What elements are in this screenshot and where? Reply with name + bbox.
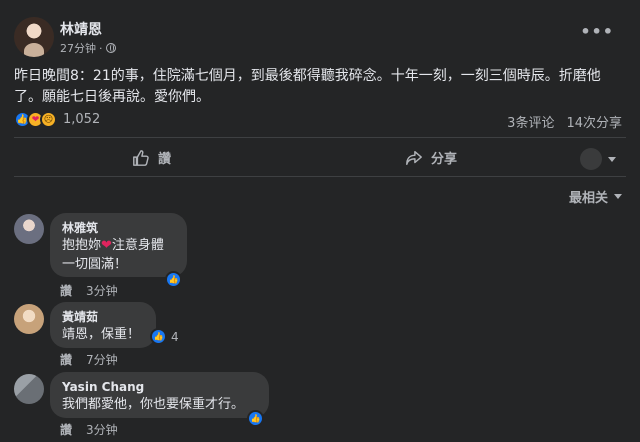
comment-reactions[interactable]: 👍 4	[150, 328, 179, 345]
share-button[interactable]: 分享	[405, 148, 457, 167]
share-arrow-icon	[406, 150, 422, 165]
post-card: 林靖恩 27分钟 · ••• 昨日晚間8：21的事，住院滿七個月，到最後都得聽我…	[0, 0, 640, 442]
commenter-name[interactable]: 黃靖茹	[62, 309, 144, 325]
like-button-label: 讚	[158, 152, 172, 167]
chevron-down-icon	[614, 194, 622, 199]
reactions-summary[interactable]: 👍 ❤ ☹ 1,052	[14, 111, 100, 128]
like-reaction-icon: 👍	[247, 410, 264, 427]
comment-bubble: 黃靖茹 靖恩，保重！	[50, 302, 156, 348]
comment-bubble: 林雅筑 抱抱妳❤注意身體 一切圓滿！	[50, 213, 187, 277]
post-meta: 27分钟 ·	[60, 40, 116, 56]
chevron-down-icon	[608, 156, 616, 162]
comment-bubble: Yasin Chang 我們都愛他，你也要保重才行。	[50, 372, 269, 418]
post-stats: 3条评论 14次分享	[507, 112, 622, 131]
comment-text-part: 抱抱妳	[62, 238, 102, 253]
heart-emoji-icon: ❤	[101, 238, 112, 253]
commenter-avatar[interactable]	[14, 304, 44, 334]
thumbs-up-icon	[133, 149, 149, 166]
comment-time[interactable]: 7分钟	[86, 351, 118, 368]
comment-reaction-count: 4	[171, 329, 179, 344]
comment-text-part: 注意身體	[111, 238, 164, 253]
comment-text: 靖恩，保重！	[62, 327, 141, 342]
shares-count[interactable]: 14次分享	[566, 112, 622, 131]
comment-like-link[interactable]: 讚	[60, 282, 72, 299]
commenter-avatar[interactable]	[14, 214, 44, 244]
sort-label: 最相关	[568, 191, 608, 206]
post-author-name[interactable]: 林靖恩	[60, 19, 102, 39]
like-reaction-icon: 👍	[150, 328, 167, 345]
comment-time[interactable]: 3分钟	[86, 282, 118, 299]
comments-count[interactable]: 3条评论	[507, 112, 554, 131]
more-options-icon[interactable]: •••	[580, 22, 614, 41]
commenter-avatar[interactable]	[14, 374, 44, 404]
comment-footer: 讚 3分钟	[60, 282, 118, 299]
sad-reaction-icon: ☹	[40, 111, 57, 128]
like-button[interactable]: 讚	[132, 148, 171, 167]
reaction-count[interactable]: 1,052	[63, 112, 100, 127]
comment-reactions[interactable]: 👍	[247, 410, 264, 427]
comment-footer: 讚 3分钟	[60, 421, 118, 438]
separator-dot: ·	[99, 41, 103, 55]
post-text: 昨日晚間8：21的事，住院滿七個月，到最後都得聽我碎念。十年一刻，一刻三個時辰。…	[14, 68, 601, 105]
commenter-name[interactable]: 林雅筑	[62, 220, 175, 236]
commenter-name[interactable]: Yasin Chang	[62, 379, 257, 395]
comment-footer: 讚 7分钟	[60, 351, 118, 368]
comment-text-line2: 一切圓滿！	[62, 257, 128, 272]
author-avatar[interactable]	[14, 17, 54, 57]
like-reaction-icon: 👍	[165, 271, 182, 288]
globe-icon[interactable]	[105, 43, 116, 53]
divider	[14, 137, 626, 138]
comment-like-link[interactable]: 讚	[60, 351, 72, 368]
comment-reactions[interactable]: 👍	[165, 271, 182, 288]
comment-time[interactable]: 3分钟	[86, 421, 118, 438]
post-time[interactable]: 27分钟	[60, 40, 96, 56]
comment-like-link[interactable]: 讚	[60, 421, 72, 438]
audience-avatar	[580, 148, 602, 170]
comment-text: 我們都愛他，你也要保重才行。	[62, 397, 245, 412]
comment-sort-dropdown[interactable]: 最相关	[569, 187, 622, 206]
share-button-label: 分享	[431, 152, 458, 167]
audience-selector[interactable]	[580, 148, 616, 170]
divider	[14, 176, 626, 177]
comment-text: 抱抱妳❤注意身體	[62, 236, 175, 255]
